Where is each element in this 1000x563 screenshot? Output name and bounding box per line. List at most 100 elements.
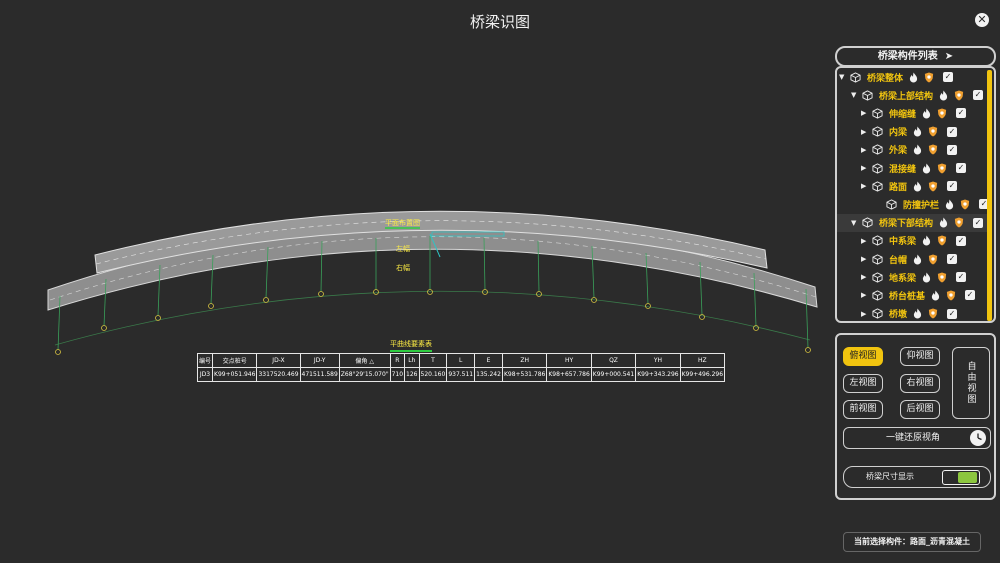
shield-icon[interactable] bbox=[954, 90, 964, 101]
fire-icon[interactable] bbox=[913, 181, 923, 192]
tree-scrollbar[interactable] bbox=[987, 70, 992, 321]
tree-item[interactable]: ▶ 内梁 ✓ bbox=[861, 123, 958, 141]
selected-component-status: 当前选择构件：路面_沥青混凝土 bbox=[843, 532, 981, 552]
tree-item[interactable]: ▶ 混接缝 ✓ bbox=[861, 159, 967, 177]
table-header-cell: T bbox=[418, 353, 448, 368]
table-cell: K98+531.786 bbox=[501, 367, 548, 382]
chevron-right-icon[interactable]: ▶ bbox=[861, 273, 871, 281]
shield-icon[interactable] bbox=[924, 71, 934, 83]
table-header-cell: 偏角 △ bbox=[338, 353, 391, 368]
left-view-button[interactable]: 左视图 bbox=[843, 374, 883, 393]
toggle-knob bbox=[958, 472, 977, 483]
fire-icon[interactable] bbox=[931, 290, 941, 301]
visibility-checkbox[interactable]: ✓ bbox=[956, 235, 967, 246]
tree-item[interactable]: ▶ 伸缩缝 ✓ bbox=[861, 104, 967, 122]
shield-icon[interactable] bbox=[960, 199, 970, 210]
shield-icon[interactable] bbox=[928, 144, 938, 155]
visibility-checkbox[interactable]: ✓ bbox=[965, 290, 976, 301]
shield-icon[interactable] bbox=[937, 235, 947, 246]
visibility-checkbox[interactable]: ✓ bbox=[973, 90, 984, 101]
bridge-viewport[interactable]: 平面布置图 左幅 右幅 bbox=[0, 40, 830, 563]
chevron-right-icon[interactable]: ▶ bbox=[861, 310, 871, 318]
chevron-down-icon[interactable]: ▼ bbox=[851, 91, 861, 99]
table-cell: K99+051.946 bbox=[212, 367, 258, 382]
visibility-checkbox[interactable]: ✓ bbox=[956, 272, 967, 283]
cube-icon bbox=[871, 162, 884, 174]
chevron-right-icon[interactable]: ▶ bbox=[861, 146, 871, 154]
tree-item[interactable]: ▶ 外梁 ✓ bbox=[861, 141, 958, 159]
table-cell: 3317520.469 bbox=[256, 367, 301, 382]
fire-icon[interactable] bbox=[922, 108, 932, 119]
bridge-plan-drawing: 平面布置图 左幅 右幅 bbox=[47, 210, 818, 355]
tree-item[interactable]: ▶ 台帽 ✓ bbox=[861, 250, 958, 268]
chevron-right-icon[interactable]: ▶ bbox=[861, 109, 871, 117]
fire-icon[interactable] bbox=[913, 254, 923, 265]
visibility-checkbox[interactable]: ✓ bbox=[947, 126, 958, 137]
shield-icon[interactable] bbox=[954, 217, 964, 228]
visibility-checkbox[interactable]: ✓ bbox=[947, 181, 958, 192]
shield-icon[interactable] bbox=[928, 181, 938, 192]
tree-item[interactable]: ▼ 桥梁下部结构 ✓ bbox=[837, 213, 987, 232]
shield-icon[interactable] bbox=[937, 108, 947, 119]
shield-icon[interactable] bbox=[937, 162, 947, 174]
chevron-right-icon[interactable]: ▶ bbox=[861, 128, 871, 136]
chevron-right-icon: ➤ bbox=[941, 51, 954, 62]
fire-icon[interactable] bbox=[913, 144, 923, 155]
top-view-button[interactable]: 俯视图 bbox=[843, 347, 883, 366]
shield-icon[interactable] bbox=[928, 253, 938, 265]
fire-icon[interactable] bbox=[922, 235, 932, 246]
fire-icon[interactable] bbox=[922, 163, 932, 174]
tree-item-label: 桥台桩基 bbox=[889, 291, 926, 302]
tree-item[interactable]: ▼ 桥梁整体 ✓ bbox=[839, 68, 954, 86]
visibility-checkbox[interactable]: ✓ bbox=[947, 254, 958, 264]
dimension-toggle[interactable] bbox=[942, 470, 980, 485]
free-view-button[interactable]: 自由视图 bbox=[952, 347, 990, 419]
shield-icon[interactable] bbox=[946, 290, 956, 301]
front-view-button[interactable]: 前视图 bbox=[843, 400, 883, 419]
close-icon[interactable]: ✕ bbox=[975, 13, 989, 27]
tree-item[interactable]: 防撞护栏 ✓ bbox=[875, 195, 990, 213]
fire-icon[interactable] bbox=[913, 308, 923, 319]
tree-item[interactable]: ▶ 路面 ✓ bbox=[861, 177, 958, 195]
chevron-right-icon[interactable]: ▶ bbox=[861, 291, 871, 299]
tree-item[interactable]: ▶ 地系梁 ✓ bbox=[861, 268, 967, 286]
bottom-view-button[interactable]: 仰视图 bbox=[900, 347, 940, 366]
shield-icon[interactable] bbox=[928, 308, 938, 319]
chevron-down-icon[interactable]: ▼ bbox=[851, 219, 861, 227]
tree-item[interactable]: ▶ 桥台桩基 ✓ bbox=[861, 286, 976, 304]
right-view-button[interactable]: 右视图 bbox=[900, 374, 940, 393]
table-cell: 520.160 bbox=[418, 367, 448, 382]
chevron-right-icon[interactable]: ▶ bbox=[861, 164, 871, 172]
cube-icon bbox=[871, 108, 884, 119]
component-list-header[interactable]: 桥梁构件列表 ➤ bbox=[835, 46, 996, 67]
fire-icon[interactable] bbox=[909, 72, 919, 83]
fire-icon[interactable] bbox=[939, 217, 949, 228]
chevron-right-icon[interactable]: ▶ bbox=[861, 182, 871, 190]
visibility-checkbox[interactable]: ✓ bbox=[956, 163, 967, 173]
shield-icon[interactable] bbox=[937, 272, 947, 283]
reset-view-label: 一键还原视角 bbox=[886, 433, 941, 443]
tree-item-label: 内梁 bbox=[889, 128, 908, 139]
tree-item[interactable]: ▶ 中系梁 ✓ bbox=[861, 232, 967, 250]
fire-icon[interactable] bbox=[913, 126, 923, 137]
reset-view-button[interactable]: 一键还原视角 bbox=[843, 427, 991, 449]
visibility-checkbox[interactable]: ✓ bbox=[947, 144, 958, 155]
back-view-button[interactable]: 后视图 bbox=[900, 400, 940, 419]
chevron-down-icon[interactable]: ▼ bbox=[839, 73, 849, 81]
tree-item[interactable]: ▶ 桥墩 ✓ bbox=[861, 305, 958, 321]
chevron-right-icon[interactable]: ▶ bbox=[861, 237, 871, 245]
tree-item-label: 桥墩 bbox=[889, 310, 908, 321]
visibility-checkbox[interactable]: ✓ bbox=[947, 308, 958, 319]
visibility-checkbox[interactable]: ✓ bbox=[956, 108, 967, 119]
tree-item-label: 台帽 bbox=[889, 255, 908, 266]
visibility-checkbox[interactable]: ✓ bbox=[943, 72, 954, 82]
fire-icon[interactable] bbox=[945, 199, 955, 210]
fire-icon[interactable] bbox=[939, 90, 949, 101]
fire-icon[interactable] bbox=[922, 272, 932, 283]
tree-item-label: 桥梁下部结构 bbox=[879, 219, 934, 230]
chevron-right-icon[interactable]: ▶ bbox=[861, 255, 871, 263]
cube-icon bbox=[871, 308, 884, 319]
shield-icon[interactable] bbox=[928, 126, 938, 137]
tree-item[interactable]: ▼ 桥梁上部结构 ✓ bbox=[851, 86, 984, 104]
visibility-checkbox[interactable]: ✓ bbox=[973, 217, 984, 228]
